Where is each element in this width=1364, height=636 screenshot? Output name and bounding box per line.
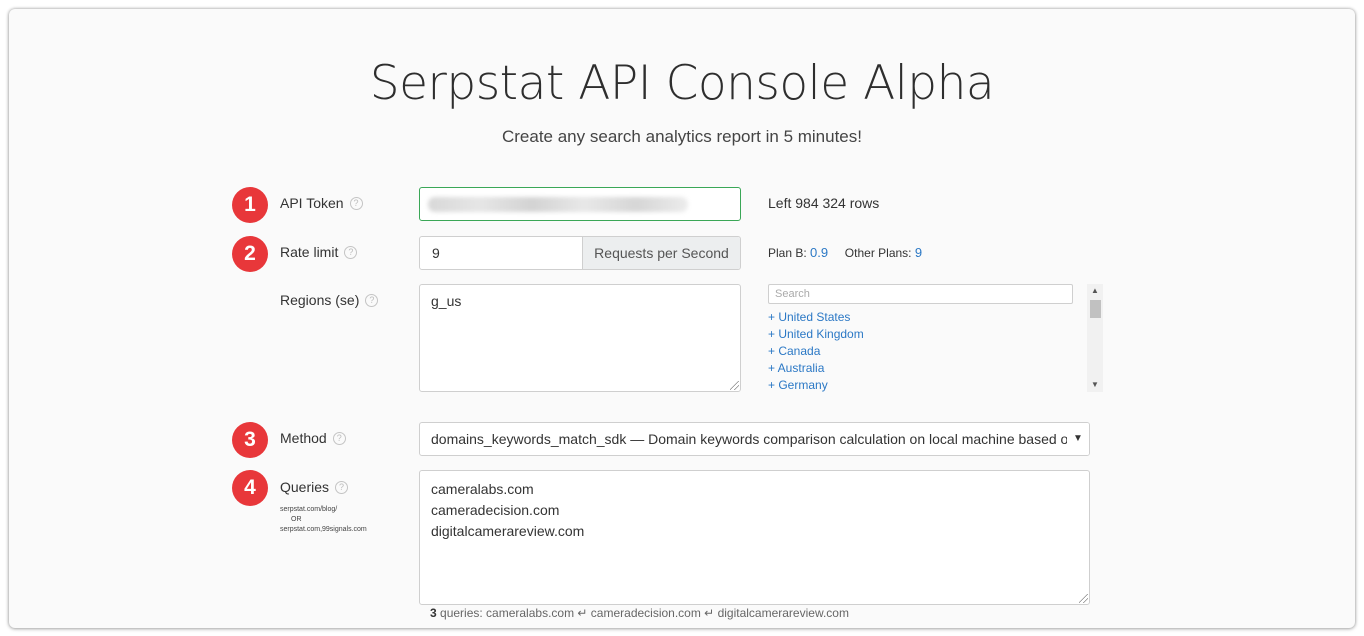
- rows-left-text: Left 984 324 rows: [768, 195, 880, 211]
- help-icon[interactable]: ?: [349, 196, 363, 210]
- api-token-label: API Token ?: [280, 195, 363, 211]
- rate-limit-group: 9 Requests per Second: [419, 236, 741, 270]
- scroll-up-arrow-icon[interactable]: ▲: [1091, 286, 1099, 295]
- step-badge-2: 2: [232, 236, 268, 272]
- blurred-token-value: [428, 197, 688, 212]
- regions-textarea[interactable]: g_us: [419, 284, 741, 392]
- region-picker: Search + United States + United Kingdom …: [768, 284, 1104, 392]
- help-icon[interactable]: ?: [332, 431, 346, 445]
- help-icon[interactable]: ?: [365, 293, 379, 307]
- hint-line-2: serpstat.com,99signals.com: [280, 526, 367, 533]
- queries-label-text: Queries: [280, 479, 330, 495]
- plan-b-label: Plan B:: [768, 246, 807, 260]
- step-badge-3: 3: [232, 422, 268, 458]
- hint-line-1: serpstat.com/blog/: [280, 506, 338, 513]
- rate-limit-label: Rate limit ?: [280, 244, 358, 260]
- query-line: cameralabs.com: [431, 481, 534, 497]
- query-line: cameradecision.com: [431, 502, 560, 518]
- queries-summary-text: queries: cameralabs.com ↵ cameradecision…: [436, 606, 849, 620]
- rate-limit-input[interactable]: 9: [420, 237, 582, 269]
- rate-limit-label-text: Rate limit: [280, 244, 339, 260]
- queries-count: 3: [430, 606, 437, 620]
- queries-label: Queries ?: [280, 479, 349, 495]
- api-token-input[interactable]: [419, 187, 741, 221]
- regions-label: Regions (se) ?: [280, 292, 379, 308]
- queries-summary: 3 queries: cameralabs.com ↵ cameradecisi…: [430, 606, 849, 620]
- scroll-thumb[interactable]: [1090, 300, 1101, 318]
- scroll-down-arrow-icon[interactable]: ▼: [1091, 380, 1099, 389]
- region-item-australia[interactable]: + Australia: [768, 361, 864, 378]
- region-scrollbar[interactable]: ▲ ▼: [1087, 284, 1103, 392]
- other-plans-value-link[interactable]: 9: [915, 245, 922, 260]
- region-item-canada[interactable]: + Canada: [768, 344, 864, 361]
- queries-format-hint: serpstat.com/blog/ OR serpstat.com,99sig…: [280, 505, 367, 535]
- page-title: Serpstat API Console Alpha: [369, 56, 995, 111]
- api-token-label-text: API Token: [280, 195, 344, 211]
- help-icon[interactable]: ?: [344, 245, 358, 259]
- step-badge-4: 4: [232, 470, 268, 506]
- help-icon[interactable]: ?: [335, 480, 349, 494]
- resize-handle[interactable]: [1079, 594, 1088, 603]
- region-item-united-states[interactable]: + United States: [768, 310, 864, 327]
- step-badge-1: 1: [232, 187, 268, 223]
- region-search-input[interactable]: Search: [768, 284, 1073, 304]
- method-label-text: Method: [280, 430, 327, 446]
- method-selected-value: domains_keywords_match_sdk — Domain keyw…: [431, 431, 1077, 447]
- other-plans-label: Other Plans:: [844, 246, 912, 260]
- queries-textarea[interactable]: cameralabs.com cameradecision.com digita…: [419, 470, 1090, 605]
- rate-limit-unit: Requests per Second: [582, 237, 740, 269]
- region-item-germany[interactable]: + Germany: [768, 378, 864, 395]
- region-item-united-kingdom[interactable]: + United Kingdom: [768, 327, 864, 344]
- regions-label-text: Regions (se): [280, 292, 360, 308]
- query-line: digitalcamerareview.com: [431, 523, 585, 539]
- region-list: + United States + United Kingdom + Canad…: [768, 310, 864, 395]
- plan-limits: Plan B: 0.9 Other Plans: 9: [768, 245, 922, 260]
- resize-handle[interactable]: [730, 381, 739, 390]
- page-subtitle: Create any search analytics report in 5 …: [501, 127, 862, 146]
- hint-or: OR: [291, 516, 302, 523]
- regions-value: g_us: [431, 293, 462, 309]
- method-select[interactable]: domains_keywords_match_sdk — Domain keyw…: [419, 422, 1090, 456]
- dropdown-arrow-icon: ▼: [1067, 423, 1089, 455]
- plan-b-value-link[interactable]: 0.9: [810, 245, 828, 260]
- method-label: Method ?: [280, 430, 346, 446]
